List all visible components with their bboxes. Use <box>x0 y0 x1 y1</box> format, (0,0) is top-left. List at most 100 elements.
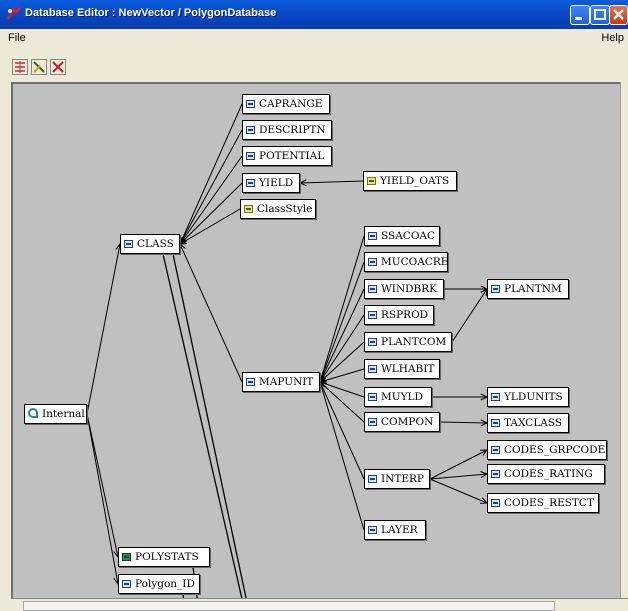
title-bar[interactable]: Database Editor : NewVector / PolygonDat… <box>0 0 628 29</box>
table-node-label: MAPUNIT <box>259 376 314 388</box>
table-node-yield[interactable]: YIELD <box>242 173 300 193</box>
stats-table-icon <box>122 553 131 561</box>
minimize-icon <box>575 17 582 20</box>
table-node-label: WLHABIT <box>381 363 435 375</box>
table-icon <box>368 258 377 266</box>
table-node-layer[interactable]: LAYER <box>364 520 426 540</box>
delete-relation-icon[interactable] <box>50 59 66 75</box>
table-node-polystats[interactable]: POLYSTATS <box>118 547 210 567</box>
table-node-label: WINDBRK <box>381 283 438 295</box>
table-node-classstyle[interactable]: ClassStyle <box>240 199 316 219</box>
table-icon <box>124 240 133 248</box>
table-node-polygon-id[interactable]: Polygon_ID <box>118 574 200 594</box>
table-icon <box>368 418 377 426</box>
table-node-label: YIELD <box>259 177 294 189</box>
menu-help[interactable]: Help <box>601 32 624 44</box>
relation-edge <box>179 103 243 245</box>
table-icon <box>491 285 500 293</box>
table-node-wlhabit[interactable]: WLHABIT <box>364 359 440 379</box>
table-node-plantnm[interactable]: PLANTNM <box>487 279 569 299</box>
table-node-label: COMPON <box>381 416 434 428</box>
relation-edge <box>439 421 488 424</box>
table-icon <box>246 126 255 134</box>
table-node-codes-grpcode[interactable]: CODES_GRPCODE <box>487 440 607 460</box>
table-node-yldunits[interactable]: YLDUNITS <box>487 387 569 407</box>
relation-edge <box>86 413 119 558</box>
internal-table-icon <box>28 408 38 418</box>
table-icon <box>491 470 500 478</box>
window-title: Database Editor : NewVector / PolygonDat… <box>25 7 277 19</box>
maximize-icon <box>594 9 606 20</box>
menu-bar: File Help <box>0 29 628 48</box>
table-icon <box>368 338 377 346</box>
table-node-label: CLASS <box>137 238 174 250</box>
table-node-windbrk[interactable]: WINDBRK <box>364 279 444 299</box>
table-icon <box>246 179 255 187</box>
table-node-taxclass[interactable]: TAXCLASS <box>487 413 569 433</box>
table-node-muyld[interactable]: MUYLD <box>364 387 432 407</box>
relation-edge <box>86 413 119 585</box>
table-node-label: CODES_RESTCT <box>504 497 594 509</box>
table-node-descriptn[interactable]: DESCRIPTN <box>242 120 332 140</box>
table-node-rsprod[interactable]: RSPROD <box>364 305 434 325</box>
table-icon <box>491 446 500 454</box>
minimize-button[interactable] <box>570 5 590 25</box>
relation-edge <box>179 243 243 383</box>
table-node-label: Internal <box>42 408 85 420</box>
table-node-compon[interactable]: COMPON <box>364 412 440 432</box>
relation-graph-canvas[interactable]: Internal CLASS POLYSTATS Polygon_ID CAPRANGE… <box>11 82 623 610</box>
table-icon <box>368 285 377 293</box>
table-node-potential[interactable]: POTENTIAL <box>242 146 332 166</box>
relation-edge <box>179 129 243 245</box>
table-node-label: DESCRIPTN <box>259 124 326 136</box>
relation-edge <box>179 155 243 245</box>
table-icon <box>246 152 255 160</box>
menu-file[interactable]: File <box>8 32 26 44</box>
table-node-label: RSPROD <box>381 309 429 321</box>
table-icon <box>491 393 500 401</box>
relation-edge <box>451 288 488 343</box>
table-node-label: INTERP <box>381 473 424 485</box>
table-icon <box>368 475 377 483</box>
table-node-label: CODES_RATING <box>504 468 593 480</box>
edit-relation-icon[interactable] <box>31 59 47 75</box>
table-node-caprange[interactable]: CAPRANGE <box>242 94 330 114</box>
layout-tree-icon[interactable] <box>12 59 28 75</box>
close-button[interactable] <box>609 5 628 25</box>
relation-edge <box>319 381 365 423</box>
table-icon <box>368 365 377 373</box>
close-icon <box>613 9 624 20</box>
relation-edge <box>299 180 364 184</box>
table-node-label: YIELD_OATS <box>380 175 450 187</box>
style-table-icon <box>244 205 253 213</box>
table-node-label: Polygon_ID <box>135 578 195 590</box>
table-node-label: YLDUNITS <box>504 391 563 403</box>
table-node-yield-oats[interactable]: YIELD_OATS <box>363 171 457 191</box>
relation-edge <box>429 478 488 504</box>
table-node-plantcom[interactable]: PLANTCOM <box>364 332 452 352</box>
table-node-internal[interactable]: Internal <box>24 404 87 424</box>
database-editor-window: Database Editor : NewVector / PolygonDat… <box>0 0 628 611</box>
table-node-label: POLYSTATS <box>135 551 199 563</box>
table-node-interp[interactable]: INTERP <box>364 469 430 489</box>
maximize-button[interactable] <box>590 5 610 25</box>
horizontal-scrollbar[interactable] <box>11 598 628 611</box>
database-editor-icon <box>6 6 21 20</box>
table-node-label: LAYER <box>381 524 418 536</box>
table-node-label: CODES_GRPCODE <box>504 444 606 456</box>
table-node-label: PLANTCOM <box>381 336 447 348</box>
relation-edge <box>319 235 365 383</box>
table-node-codes-rating[interactable]: CODES_RATING <box>487 464 605 484</box>
table-node-label: POTENTIAL <box>259 150 325 162</box>
table-node-codes-restct[interactable]: CODES_RESTCT <box>487 493 599 513</box>
table-node-mucoacre[interactable]: MUCOACRE <box>364 252 448 272</box>
relation-edge <box>86 243 121 415</box>
table-icon <box>368 393 377 401</box>
table-node-class[interactable]: CLASS <box>120 234 180 254</box>
table-node-ssacoac[interactable]: SSACOAC <box>364 226 440 246</box>
table-icon <box>491 419 500 427</box>
table-node-label: CAPRANGE <box>259 98 323 110</box>
vertical-scrollbar[interactable] <box>620 82 628 602</box>
table-node-label: MUCOACRE <box>381 256 449 268</box>
table-node-mapunit[interactable]: MAPUNIT <box>242 372 320 392</box>
